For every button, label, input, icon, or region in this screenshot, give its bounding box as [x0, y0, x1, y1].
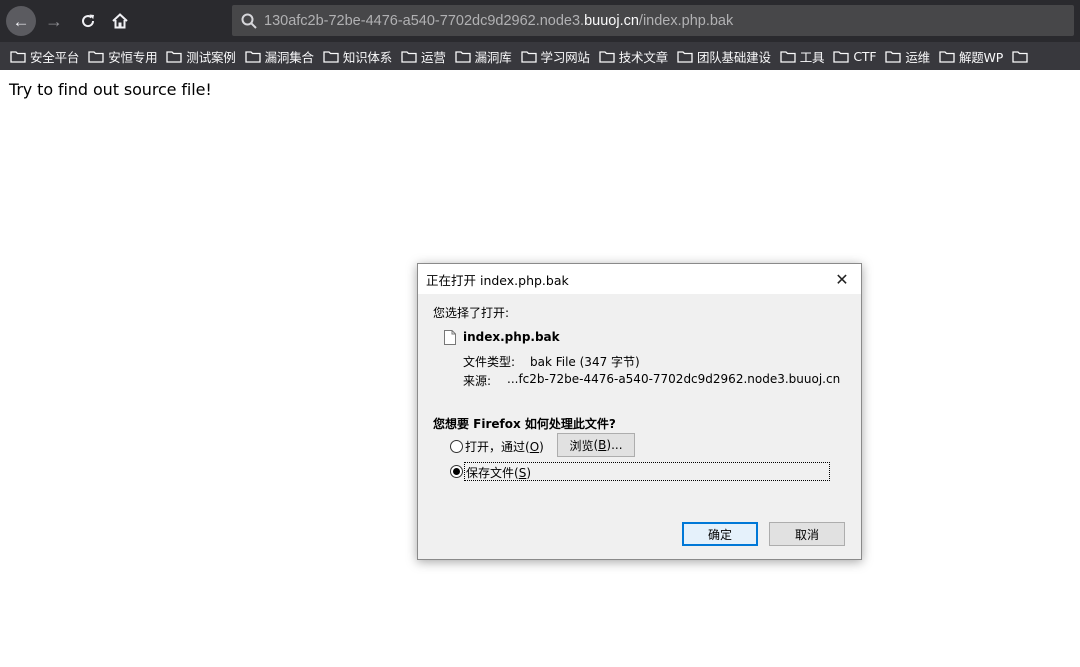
page-body-text: Try to find out source file!: [9, 80, 212, 99]
folder-icon: [677, 50, 693, 63]
bookmark-folder[interactable]: 漏洞集合: [244, 47, 314, 66]
cancel-button[interactable]: 取消: [769, 522, 845, 546]
file-source-value: ...fc2b-72be-4476-a540-7702dc9d2962.node…: [507, 372, 841, 386]
url-domain: buuoj.cn: [584, 12, 639, 29]
folder-icon: [520, 50, 537, 63]
home-icon: [112, 13, 128, 29]
file-open-dialog: 正在打开 index.php.bak ✕ 您选择了打开: index.php.b…: [417, 263, 862, 560]
bookmark-label: 运维: [905, 49, 930, 65]
browse-button[interactable]: 浏览(B)...: [557, 433, 635, 457]
folder-icon: [10, 50, 26, 63]
dialog-titlebar: 正在打开 index.php.bak ✕: [418, 264, 861, 294]
bookmark-folder[interactable]: CTF: [833, 48, 877, 64]
bookmark-label: 安全平台: [30, 49, 80, 65]
open-with-radio[interactable]: [450, 440, 463, 453]
bookmark-folder[interactable]: 漏洞库: [454, 47, 512, 66]
bookmark-folder[interactable]: 安全平台: [10, 47, 79, 66]
dialog-close-button[interactable]: ✕: [831, 268, 853, 290]
bookmark-label: 解题WP: [958, 49, 1004, 65]
bookmark-folder[interactable]: 测试案例: [166, 47, 236, 66]
save-file-radio[interactable]: [450, 465, 463, 478]
file-type-label: 文件类型:: [463, 355, 516, 369]
ok-button[interactable]: 确定: [682, 522, 758, 546]
bookmark-label: 漏洞集合: [264, 49, 314, 65]
folder-icon: [166, 50, 183, 63]
dialog-prompt: 您选择了打开:: [433, 306, 510, 320]
bookmark-label: 技术文章: [618, 49, 668, 65]
browse-text: 浏览: [569, 438, 594, 453]
bookmarks-bar: 安全平台 安恒专用 测试案例 漏洞集合 知识体系 运营 漏洞库 学习网站 技术文…: [0, 42, 1080, 70]
bookmark-folder[interactable]: 学习网站: [520, 47, 590, 66]
reload-icon: [82, 14, 95, 28]
folder-icon: [454, 50, 471, 63]
open-with-text: 打开，通过: [465, 440, 526, 454]
url-prefix: 130afc2b-72be-4476-a540-7702dc9d2962.nod…: [264, 12, 585, 29]
folder-icon: [780, 50, 796, 63]
bookmark-label: 知识体系: [342, 49, 393, 65]
bookmark-folder[interactable]: 知识体系: [323, 47, 392, 66]
arrow-left-icon: ←: [12, 11, 30, 31]
file-name: index.php.bak: [463, 330, 560, 344]
folder-icon: [885, 50, 901, 63]
url-bar[interactable]: 130afc2b-72be-4476-a540-7702dc9d2962.nod…: [232, 5, 1074, 36]
save-file-text: 保存文件: [466, 466, 515, 480]
bookmark-label: 团队基础建设: [696, 49, 771, 65]
bookmark-folder[interactable]: 工具: [780, 47, 825, 66]
search-icon: [238, 10, 260, 32]
folder-icon: [401, 50, 417, 63]
folder-icon: [323, 50, 339, 63]
file-icon: [444, 330, 456, 345]
bookmark-label: 安恒专用: [108, 49, 158, 65]
arrow-right-icon: →: [45, 11, 63, 31]
bookmark-folder[interactable]: 运营: [401, 47, 446, 66]
browse-accesskey: B: [598, 438, 607, 452]
bookmark-folder[interactable]: 团队基础建设: [677, 47, 771, 66]
browse-suffix: ...: [611, 438, 623, 452]
url-suffix: /index.php.bak: [638, 12, 734, 29]
open-with-accesskey: O: [529, 440, 540, 454]
browser-toolbar: ← → 130afc2b-72be-4476-a540-7702dc9d2962…: [0, 0, 1080, 42]
home-button[interactable]: [108, 9, 132, 33]
bookmark-label: CTF: [853, 48, 877, 64]
bookmark-label: 漏洞库: [474, 49, 512, 65]
file-source-label: 来源:: [463, 374, 492, 388]
folder-icon: [833, 50, 850, 63]
save-file-accesskey: S: [518, 466, 527, 480]
save-file-label[interactable]: 保存文件(S): [466, 464, 531, 481]
file-type-value: bak File (347 字节): [530, 355, 640, 369]
close-icon: ✕: [835, 269, 849, 289]
folder-icon: [88, 50, 104, 63]
bookmark-folder[interactable]: 运维: [885, 47, 930, 66]
back-button[interactable]: ←: [6, 6, 36, 36]
folder-icon: [1012, 50, 1028, 63]
open-with-label[interactable]: 打开，通过(O): [465, 438, 544, 455]
folder-icon: [599, 50, 615, 63]
bookmark-label: 工具: [799, 49, 825, 65]
forward-button[interactable]: →: [42, 9, 66, 33]
bookmark-label: 学习网站: [540, 49, 590, 65]
url-text: 130afc2b-72be-4476-a540-7702dc9d2962.nod…: [264, 13, 733, 29]
dialog-question: 您想要 Firefox 如何处理此文件?: [433, 417, 616, 431]
folder-icon: [939, 50, 955, 63]
bookmark-folder[interactable]: 解题WP: [939, 47, 1003, 66]
bookmark-folder[interactable]: 技术文章: [599, 47, 668, 66]
bookmark-folder-overflow[interactable]: [1012, 50, 1032, 63]
folder-icon: [244, 50, 261, 63]
reload-button[interactable]: [76, 9, 100, 33]
bookmark-folder[interactable]: 安恒专用: [88, 47, 158, 66]
dialog-title: 正在打开 index.php.bak: [426, 272, 569, 288]
bookmark-label: 运营: [421, 49, 446, 65]
bookmark-label: 测试案例: [186, 49, 236, 65]
